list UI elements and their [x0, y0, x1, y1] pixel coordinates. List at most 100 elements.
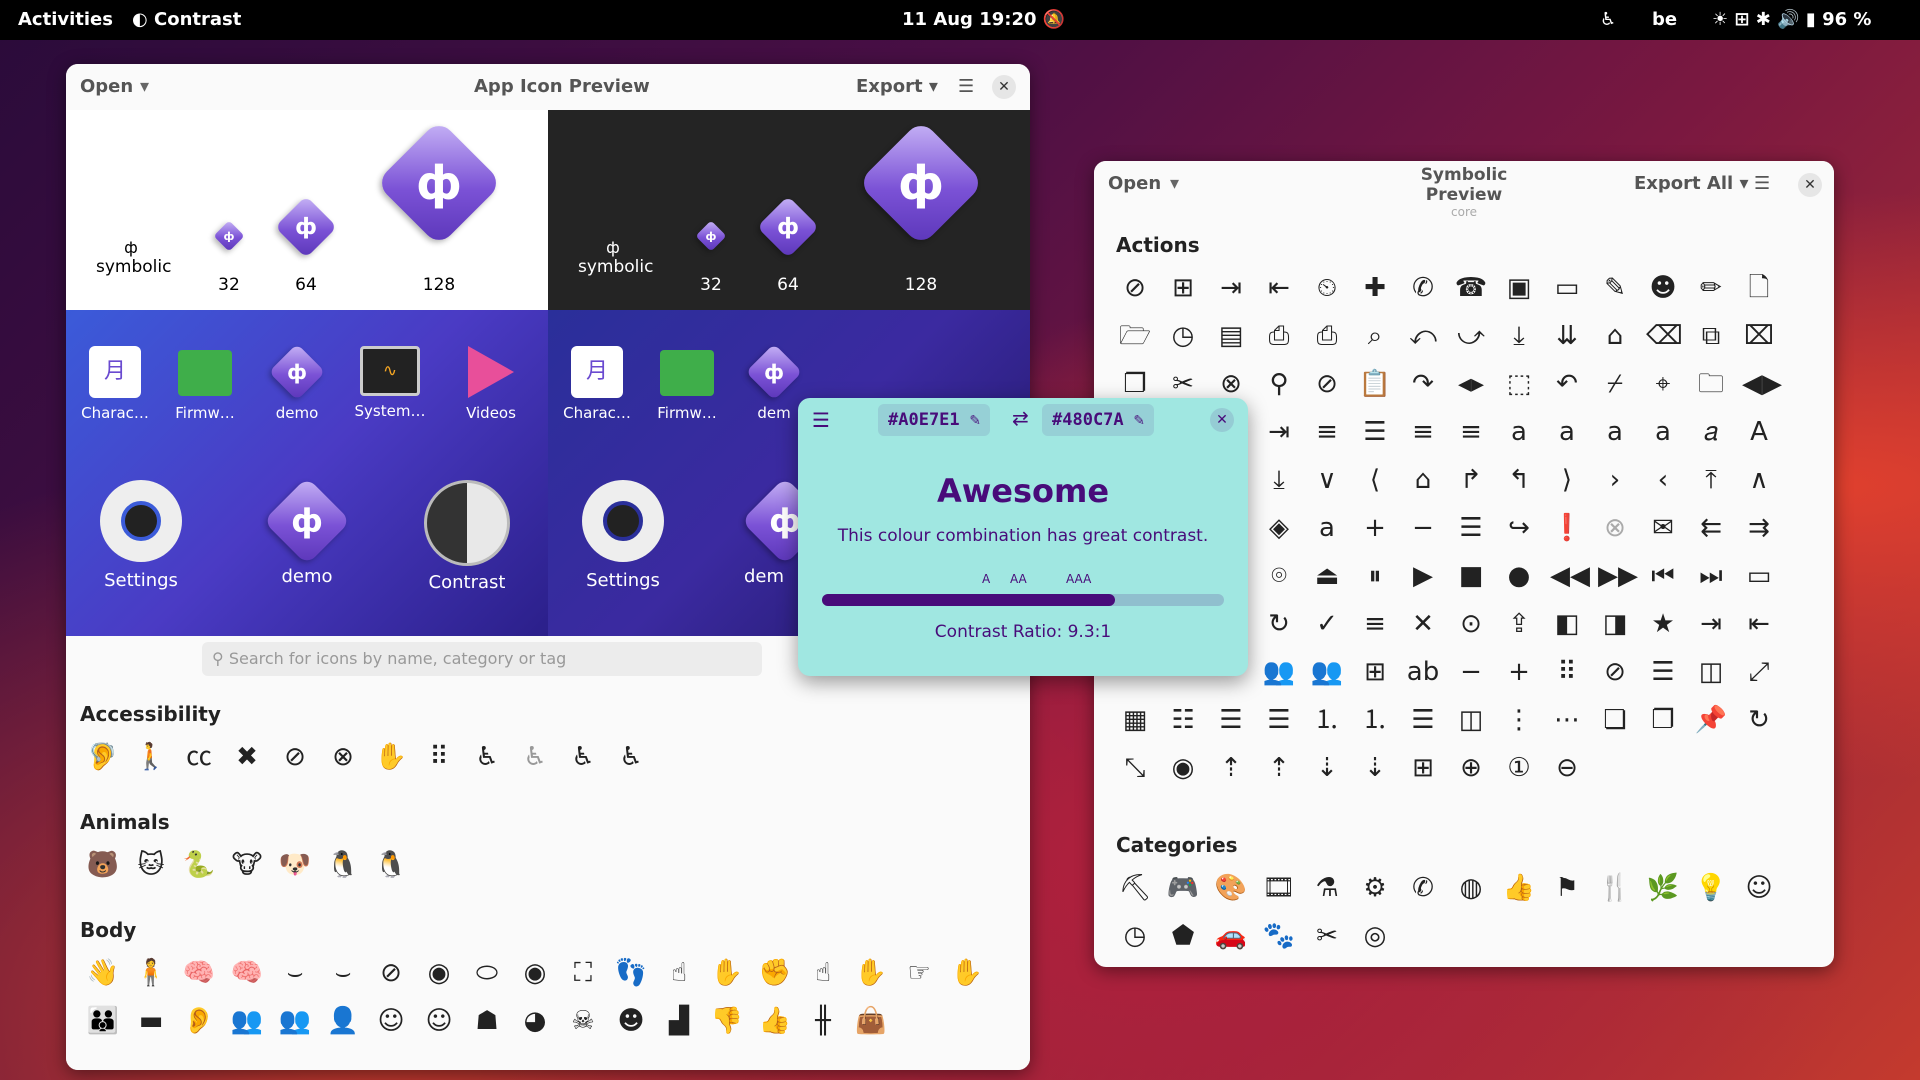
eject-icon[interactable]: ⏏ — [1310, 559, 1344, 593]
mail-forward-all-icon[interactable]: ⇉ — [1742, 511, 1776, 545]
align-right-icon[interactable]: ≡ — [1454, 415, 1488, 449]
app-videos[interactable]: Videos — [456, 346, 526, 422]
dog-icon[interactable]: 🐶 — [278, 848, 312, 882]
plus-icon[interactable]: + — [1502, 655, 1536, 689]
eye-not-looking-icon[interactable]: ⊘ — [374, 956, 408, 990]
close-icon[interactable]: ✕ — [992, 75, 1016, 99]
view-reveal-icon[interactable]: ◉ — [1166, 751, 1200, 785]
app-characters-dark[interactable]: 月 Charac… — [562, 346, 632, 422]
view-dual-icon[interactable]: ◫ — [1694, 655, 1728, 689]
check-circle-icon[interactable]: ⊙ — [1454, 607, 1488, 641]
dumbbell-icon[interactable]: ╫ — [806, 1004, 840, 1038]
document-redo-icon[interactable]: ⤻ — [1454, 319, 1488, 353]
text-direction-ltr-icon[interactable]: a — [1598, 415, 1632, 449]
nature-icon[interactable]: 🌿 — [1646, 871, 1680, 905]
footprints-icon[interactable]: 👣 — [614, 956, 648, 990]
zoom-in-icon[interactable]: ⊕ — [1454, 751, 1488, 785]
home-up-icon[interactable]: ⌂ — [1598, 319, 1632, 353]
keyboard-layout[interactable]: be — [1652, 0, 1677, 40]
people-icon[interactable]: 👪 — [86, 1004, 120, 1038]
view-mirror-icon[interactable]: ◫ — [1454, 703, 1488, 737]
sign-language-icon[interactable]: ✋ — [374, 740, 408, 774]
document-print-preview-icon[interactable]: ▤ — [1214, 319, 1248, 353]
find-location-icon[interactable]: ⌖ — [1646, 367, 1680, 401]
go-home-icon[interactable]: ⌂ — [1406, 463, 1440, 497]
document-search-icon[interactable]: ⌕ — [1358, 319, 1392, 353]
edit-clear-icon[interactable]: ⊘ — [1310, 367, 1344, 401]
tools-icon[interactable]: ✂ — [1310, 919, 1344, 953]
cut-icon[interactable]: ✂ — [1166, 367, 1200, 401]
print-preview-icon[interactable]: ⎙ — [1310, 319, 1344, 353]
pets-icon[interactable]: 🐾 — [1262, 919, 1296, 953]
hand-right-icon[interactable]: ☞ — [902, 956, 936, 990]
users-icon[interactable]: 👥 — [278, 1004, 312, 1038]
text-font-icon[interactable]: A — [1742, 415, 1776, 449]
brain-icon[interactable]: 🧠 — [182, 956, 216, 990]
hand-point-icon[interactable]: ☝ — [806, 956, 840, 990]
go-up-icon[interactable]: ∧ — [1742, 463, 1776, 497]
penguin-icon[interactable]: 🐧 — [326, 848, 360, 882]
hand-wave-icon[interactable]: 👋 — [86, 956, 120, 990]
view-list-compact-icon[interactable]: ☰ — [1262, 703, 1296, 737]
bear-icon[interactable]: 🐻 — [86, 848, 120, 882]
app-system-monitor[interactable]: ∿ System… — [352, 346, 428, 420]
indent-icon[interactable]: ⇥ — [1262, 415, 1296, 449]
no-walk-icon[interactable]: ⊗ — [326, 740, 360, 774]
seek-backward-icon[interactable]: ◀◀ — [1550, 559, 1590, 593]
align-left-icon[interactable]: ≡ — [1406, 415, 1440, 449]
go-bottom-icon[interactable]: ⤓ — [1262, 463, 1296, 497]
app-settings-dark[interactable]: Settings — [568, 480, 678, 591]
car-icon[interactable]: 🚗 — [1214, 919, 1248, 953]
clock-icon[interactable]: ◷ — [1166, 319, 1200, 353]
select-all-icon[interactable]: ⬚ — [1502, 367, 1536, 401]
go-jump-rtl-icon[interactable]: ↰ — [1502, 463, 1536, 497]
subtitles-icon[interactable]: ▭ — [1742, 559, 1776, 593]
flag-icon[interactable]: ⚑ — [1550, 871, 1584, 905]
app-demo-small[interactable]: ф demo — [262, 343, 332, 422]
text-direction-rtl-icon[interactable]: a — [1646, 415, 1680, 449]
view-more-horizontal-icon[interactable]: ⋯ — [1550, 703, 1584, 737]
close-icon[interactable]: ✕ — [1210, 408, 1234, 432]
list-add-icon[interactable]: + — [1358, 511, 1392, 545]
photo-camera-icon[interactable]: ◎ — [1358, 919, 1392, 953]
hamburger-menu-icon[interactable]: ☰ — [958, 64, 974, 110]
emoji-add-outline-icon[interactable]: ☺ — [422, 1004, 456, 1038]
sidebar-right-icon[interactable]: ◨ — [1598, 607, 1632, 641]
face-frame-icon[interactable]: ☗ — [470, 1004, 504, 1038]
brain-alt-icon[interactable]: 🧠 — [230, 956, 264, 990]
text-bold-icon[interactable]: a — [1502, 415, 1536, 449]
eyelashes-icon[interactable]: ⌣ — [326, 956, 360, 990]
skip-backward-icon[interactable]: ⏮ — [1646, 559, 1680, 593]
accessibility-active-icon[interactable]: ♿ — [566, 740, 600, 774]
emoji-smile-icon[interactable]: ☻ — [614, 1004, 648, 1038]
engineering-icon[interactable]: ✆ — [1406, 871, 1440, 905]
idea-icon[interactable]: 💡 — [1694, 871, 1728, 905]
check-icon[interactable]: ✓ — [1310, 607, 1344, 641]
penguin-outline-icon[interactable]: 🐧 — [374, 848, 408, 882]
sort-descending-alt-icon[interactable]: ⇣ — [1358, 751, 1392, 785]
thumbs-down-icon[interactable]: 👎 — [710, 1004, 744, 1038]
plus-box-icon[interactable]: ⊞ — [1358, 655, 1392, 689]
shapes-icon[interactable]: ⬟ — [1166, 919, 1200, 953]
close-x-icon[interactable]: ✕ — [1406, 607, 1440, 641]
eye-closed-icon[interactable]: ⌣ — [278, 956, 312, 990]
spellcheck-icon[interactable]: ab — [1406, 655, 1440, 689]
text-strikethrough-icon[interactable]: a — [1550, 415, 1584, 449]
steps-icon[interactable]: ▟ — [662, 1004, 696, 1038]
group-icon[interactable]: 👥 — [230, 1004, 264, 1038]
reveal-icon[interactable]: ◂▸ — [1454, 367, 1488, 401]
hamburger-menu-icon[interactable]: ☰ — [812, 408, 830, 432]
download-icon[interactable]: ⤓ — [1502, 319, 1536, 353]
app-demo-large-dark[interactable]: ф dem — [734, 477, 829, 587]
science-icon[interactable]: ⚗ — [1310, 871, 1344, 905]
bag-icon[interactable]: 👜 — [854, 1004, 888, 1038]
redo-icon[interactable]: ↷ — [1406, 367, 1440, 401]
dots-grid-icon[interactable]: ⠿ — [1550, 655, 1584, 689]
go-top-icon[interactable]: ⤒ — [1694, 463, 1728, 497]
clear-icon[interactable]: ⌧ — [1742, 319, 1776, 353]
contact-add-icon[interactable]: ☻ — [1646, 271, 1680, 305]
eraser-icon[interactable]: ⌿ — [1598, 367, 1632, 401]
align-center-icon[interactable]: ≡ — [1310, 415, 1344, 449]
address-book-icon[interactable]: ⊞ — [1166, 271, 1200, 305]
cow-icon[interactable]: 🐮 — [230, 848, 264, 882]
